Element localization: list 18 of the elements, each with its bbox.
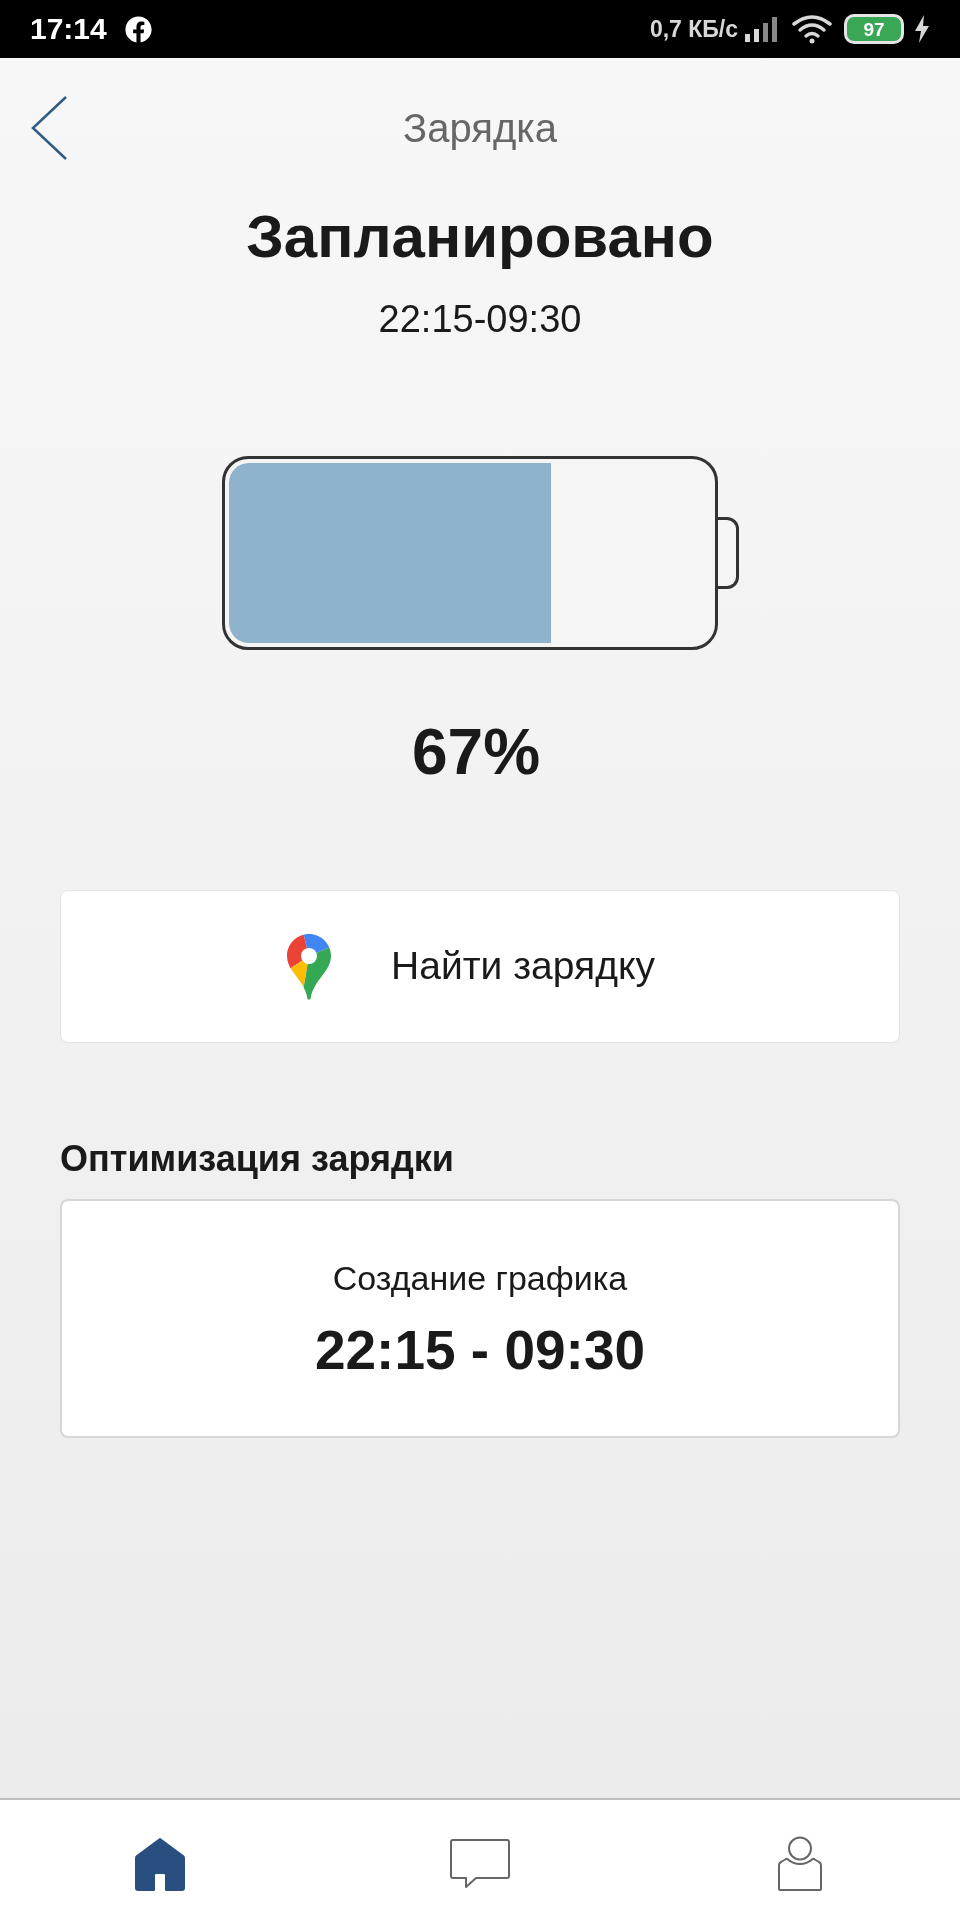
back-chevron-icon <box>30 95 68 161</box>
battery-percentage: 67% <box>411 716 542 788</box>
charging-status-title: Запланировано <box>246 205 714 269</box>
person-icon <box>777 1836 823 1892</box>
home-icon <box>135 1837 185 1891</box>
chat-bubble-icon <box>449 1838 511 1890</box>
facebook-icon <box>124 15 152 43</box>
schedule-label: Создание графика <box>332 1258 628 1298</box>
status-time: 17:14 <box>30 14 107 44</box>
charging-time-range: 22:15-09:30 <box>378 297 582 341</box>
network-speed: 0,7 КБ/с <box>649 17 738 41</box>
screen-title: Зарядка <box>402 108 558 148</box>
section-heading: Оптимизация зарядки <box>60 1138 455 1180</box>
wifi-icon <box>792 14 832 44</box>
find-charger-button[interactable]: Найти зарядку <box>60 890 900 1043</box>
battery-indicator: 97 <box>844 14 904 44</box>
signal-icon <box>744 16 778 42</box>
schedule-time-range: 22:15 - 09:30 <box>314 1319 646 1381</box>
